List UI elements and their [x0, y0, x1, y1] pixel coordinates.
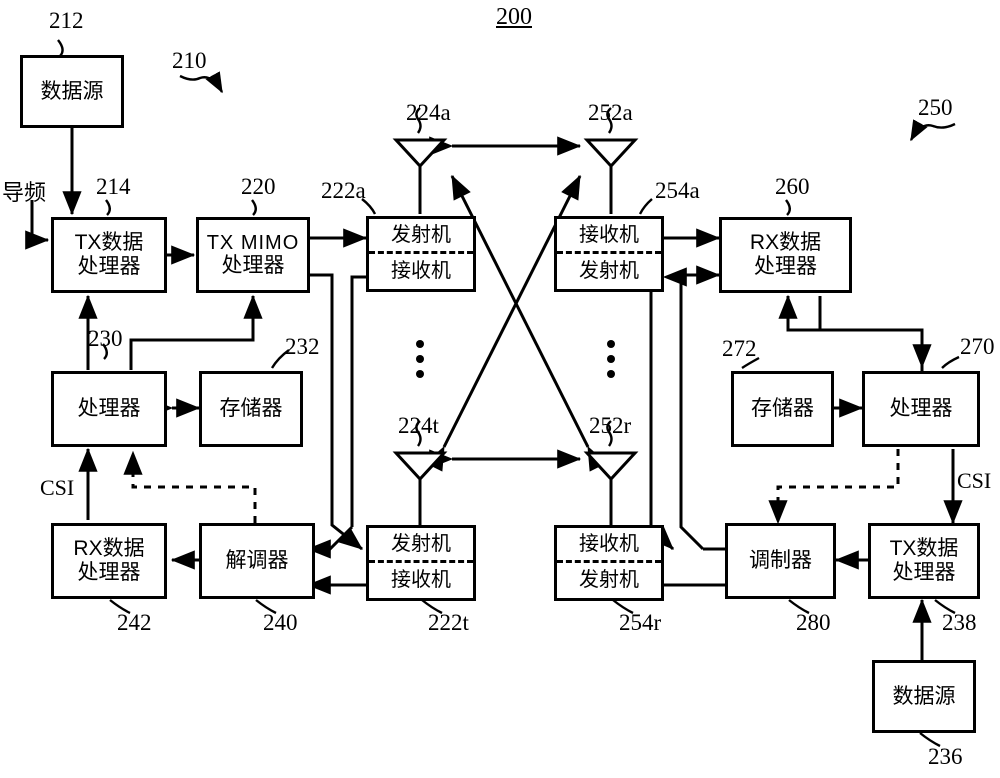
transceiver-222a-top-label: 发射机	[391, 223, 451, 246]
tx-mimo-processor-line2: 处理器	[221, 254, 285, 278]
antenna-252a-icon	[583, 138, 639, 169]
ref-254r: 254r	[619, 610, 662, 635]
block-processor-left[interactable]: 处理器	[51, 371, 167, 447]
data-source-right-label: 数据源	[892, 684, 956, 708]
ellipsis-left-antennas	[416, 340, 424, 378]
ref-280: 280	[796, 610, 831, 635]
block-memory-right[interactable]: 存储器	[731, 371, 834, 447]
ref-212: 212	[49, 8, 84, 33]
transceiver-222a-bottom-label: 接收机	[391, 260, 451, 283]
rx-data-processor-right-line1: RX数据	[749, 231, 822, 255]
block-memory-left[interactable]: 存储器	[199, 371, 303, 447]
ref-252a: 252a	[588, 100, 633, 125]
ref-252r: 252r	[589, 413, 632, 438]
transceiver-222t-receiver: 接收机	[369, 563, 473, 598]
processor-left-label: 处理器	[77, 397, 141, 421]
ref-230: 230	[88, 326, 123, 351]
block-rx-data-processor-left[interactable]: RX数据 处理器	[51, 523, 167, 599]
ref-224a: 224a	[406, 100, 451, 125]
pilot-label: 导频	[2, 180, 47, 205]
ref-224t: 224t	[398, 413, 439, 438]
block-data-source-right[interactable]: 数据源	[872, 660, 976, 733]
transceiver-222a-transmitter: 发射机	[369, 219, 473, 254]
tx-data-processor-left-line1: TX数据	[74, 231, 144, 255]
demodulator-label: 解调器	[225, 549, 289, 573]
transceiver-222t-bottom-label: 接收机	[391, 569, 451, 592]
ref-214: 214	[96, 174, 131, 199]
tx-mimo-processor-line1: TX MIMO	[206, 232, 300, 255]
tx-data-processor-right-line2: 处理器	[892, 561, 956, 584]
ref-260: 260	[775, 174, 810, 199]
tx-data-processor-left-line2: 处理器	[77, 255, 141, 278]
ref-254a: 254a	[655, 178, 700, 203]
block-tx-data-processor-left[interactable]: TX数据 处理器	[51, 217, 167, 293]
ref-270: 270	[960, 334, 995, 359]
ref-240: 240	[263, 610, 298, 635]
block-tx-data-processor-right[interactable]: TX数据 处理器	[868, 523, 980, 599]
antenna-252r-icon	[583, 451, 639, 482]
ref-250: 250	[918, 95, 953, 120]
block-demodulator[interactable]: 解调器	[199, 523, 315, 599]
transceiver-254a-top-label: 接收机	[579, 223, 639, 246]
block-tx-mimo-processor[interactable]: TX MIMO 处理器	[196, 217, 310, 293]
ref-232: 232	[285, 334, 320, 359]
ref-238: 238	[942, 610, 977, 635]
block-transceiver-254a[interactable]: 接收机 发射机	[554, 216, 664, 292]
block-transceiver-222a[interactable]: 发射机 接收机	[366, 216, 476, 292]
block-rx-data-processor-right[interactable]: RX数据 处理器	[719, 217, 852, 293]
ref-220: 220	[241, 174, 276, 199]
ellipsis-right-antennas	[607, 340, 615, 378]
transceiver-254a-transmitter: 发射机	[557, 254, 661, 289]
rx-data-processor-left-line1: RX数据	[73, 537, 145, 561]
ref-272: 272	[722, 336, 757, 361]
block-transceiver-254r[interactable]: 接收机 发射机	[554, 525, 664, 601]
figure-number: 200	[496, 4, 532, 30]
patent-figure-200: 200 210 250 数据源 212 导频 TX数据 处理器 214 TX M…	[0, 0, 1000, 778]
rx-data-processor-left-line2: 处理器	[77, 561, 141, 584]
transceiver-254a-bottom-label: 发射机	[579, 260, 639, 283]
ref-222t: 222t	[428, 610, 469, 635]
block-data-source-left[interactable]: 数据源	[20, 55, 124, 128]
ref-210: 210	[172, 48, 207, 73]
block-processor-right[interactable]: 处理器	[862, 371, 980, 447]
modulator-label: 调制器	[749, 549, 812, 573]
antenna-224t-icon	[392, 451, 448, 482]
transceiver-254a-receiver: 接收机	[557, 219, 661, 254]
block-transceiver-222t[interactable]: 发射机 接收机	[366, 525, 476, 601]
rx-data-processor-right-line2: 处理器	[754, 255, 817, 278]
ref-236: 236	[928, 744, 963, 769]
transceiver-254r-transmitter: 发射机	[557, 563, 661, 598]
transceiver-254r-receiver: 接收机	[557, 528, 661, 563]
transceiver-222t-transmitter: 发射机	[369, 528, 473, 563]
antenna-224a-icon	[392, 138, 448, 169]
tx-data-processor-right-line1: TX数据	[889, 537, 959, 561]
transceiver-254r-top-label: 接收机	[579, 532, 639, 555]
data-source-left-label: 数据源	[40, 79, 104, 103]
block-modulator[interactable]: 调制器	[725, 523, 836, 599]
transceiver-222a-receiver: 接收机	[369, 254, 473, 289]
csi-label-left: CSI	[40, 475, 75, 500]
transceiver-254r-bottom-label: 发射机	[579, 569, 639, 592]
ref-242: 242	[117, 610, 152, 635]
memory-left-label: 存储器	[219, 397, 283, 421]
csi-label-right: CSI	[957, 468, 992, 493]
processor-right-label: 处理器	[889, 397, 953, 421]
memory-right-label: 存储器	[751, 397, 814, 421]
ref-222a: 222a	[321, 178, 366, 203]
transceiver-222t-top-label: 发射机	[391, 532, 451, 555]
